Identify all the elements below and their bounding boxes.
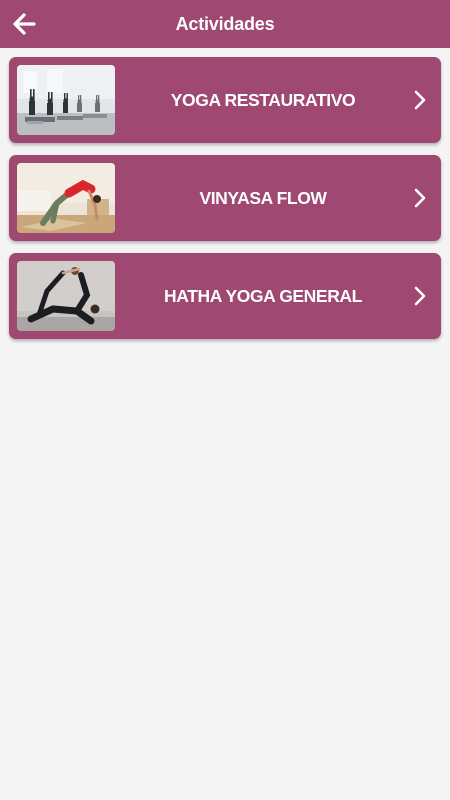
arrow-left-icon	[13, 13, 36, 35]
activity-card-yoga-restaurativo[interactable]: YOGA RESTAURATIVO	[9, 57, 441, 143]
activity-list: YOGA RESTAURATIVO VINYASA FLOW HATHA YOG…	[9, 57, 441, 351]
vinyasa-pose-photo	[17, 163, 115, 233]
activity-label: VINYASA FLOW	[199, 187, 327, 208]
page-title: Actividades	[175, 13, 275, 34]
chevron-right-icon	[414, 90, 426, 110]
chevron-right-icon	[414, 286, 426, 306]
chevron-right-icon	[414, 188, 426, 208]
app-bar: Actividades	[0, 0, 450, 48]
back-button[interactable]	[6, 6, 42, 42]
activity-card-hatha-yoga-general[interactable]: HATHA YOGA GENERAL	[9, 253, 441, 339]
activity-label: YOGA RESTAURATIVO	[170, 89, 356, 110]
activity-card-vinyasa-flow[interactable]: VINYASA FLOW	[9, 155, 441, 241]
hatha-pose-photo	[17, 261, 115, 331]
activity-label: HATHA YOGA GENERAL	[164, 285, 362, 306]
yoga-class-photo	[17, 65, 115, 135]
